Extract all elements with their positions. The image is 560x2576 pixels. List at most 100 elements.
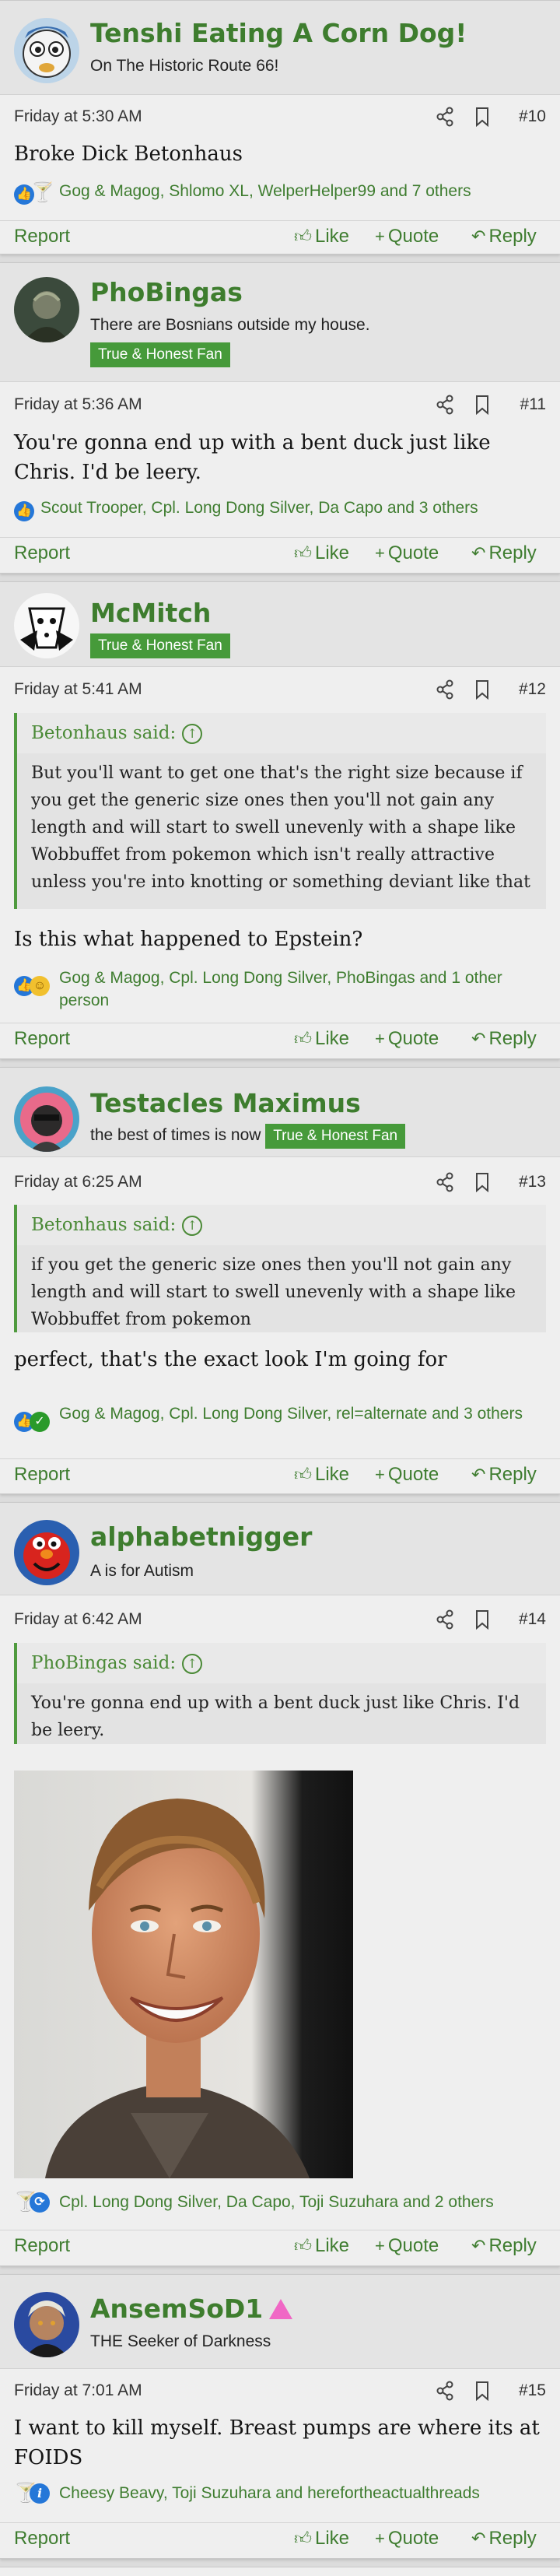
reply-button[interactable]: ↶ Reply	[471, 2528, 537, 2550]
share-icon[interactable]	[436, 395, 454, 415]
share-icon[interactable]	[436, 2381, 454, 2401]
quote-button[interactable]: + Quote	[375, 226, 439, 247]
avatar[interactable]	[14, 18, 79, 83]
reaction-icons[interactable]: 👍 ☺	[14, 976, 58, 998]
quote-button[interactable]: + Quote	[375, 542, 439, 564]
post-header: Tenshi Eating A Corn Dog! On The Histori…	[0, 1, 560, 95]
report-button[interactable]: Report	[14, 1028, 70, 1050]
username[interactable]: alphabetnigger	[90, 1521, 312, 1552]
attached-photo[interactable]	[14, 1771, 353, 2178]
quote-text: if you get the generic size ones then yo…	[31, 1255, 516, 1329]
like-button[interactable]: 👍︎ Like	[294, 2528, 349, 2550]
quote-button[interactable]: + Quote	[375, 2235, 439, 2257]
reaction-icons[interactable]: 🍸 ⟳	[14, 2192, 58, 2214]
quote-header[interactable]: PhoBingas said: ↑	[17, 1643, 546, 1683]
like-button[interactable]: 👍︎ Like	[294, 1028, 349, 1050]
bookmark-icon[interactable]	[473, 1172, 492, 1192]
reactions-list[interactable]: Scout Trooper, Cpl. Long Dong Silver, Da…	[40, 497, 546, 519]
bookmark-icon[interactable]	[473, 679, 492, 700]
post-header: PhoBingas There are Bosnians outside my …	[0, 263, 560, 382]
jump-up-icon[interactable]: ↑	[182, 1654, 203, 1674]
quote-header[interactable]: Betonhaus said: ↑	[17, 1205, 546, 1245]
reply-button[interactable]: ↶ Reply	[471, 2235, 537, 2257]
bookmark-icon[interactable]	[473, 2381, 492, 2401]
reaction-icons[interactable]: 👍 🍸	[14, 183, 58, 205]
username[interactable]: Tenshi Eating A Corn Dog!	[90, 18, 467, 48]
quote-label: Quote	[387, 2528, 439, 2549]
username[interactable]: PhoBingas	[90, 277, 243, 307]
jump-up-icon[interactable]: ↑	[182, 724, 203, 744]
username[interactable]: McMitch	[90, 598, 211, 628]
post-actions: Report 👍︎ Like + Quote ↶ Reply	[0, 537, 560, 569]
bookmark-icon[interactable]	[473, 395, 492, 415]
like-button[interactable]: 👍︎ Like	[294, 542, 349, 564]
post-meta: Friday at 6:25 AM #13	[14, 1171, 546, 1195]
username[interactable]: Testacles Maximus	[90, 1088, 361, 1118]
reactions-list[interactable]: Gog & Magog, Shlomo XL, WelperHelper99 a…	[59, 180, 546, 202]
post-number[interactable]: #12	[519, 680, 546, 699]
reply-arrow-icon: ↶	[471, 543, 486, 563]
reaction-icons[interactable]: 👍 ✓	[14, 1412, 58, 1434]
report-button[interactable]: Report	[14, 1464, 70, 1486]
thumbs-up-icon: 👍︎	[294, 543, 312, 563]
post-date[interactable]: Friday at 7:01 AM	[14, 2381, 142, 2400]
share-icon[interactable]	[436, 1609, 454, 1630]
post-date[interactable]: Friday at 5:30 AM	[14, 107, 142, 126]
user-badge: True & Honest Fan	[90, 633, 230, 658]
reply-button[interactable]: ↶ Reply	[471, 1464, 537, 1486]
share-icon[interactable]	[436, 679, 454, 700]
post-number[interactable]: #11	[520, 395, 546, 414]
like-label: Like	[315, 542, 350, 563]
reactions-list[interactable]: Cpl. Long Dong Silver, Da Capo, Toji Suz…	[59, 2191, 546, 2213]
like-button[interactable]: 👍︎ Like	[294, 2235, 349, 2257]
reply-label: Reply	[488, 542, 537, 563]
user-title: On The Historic Route 66!	[90, 57, 279, 75]
post: PhoBingas There are Bosnians outside my …	[0, 262, 560, 574]
quote-button[interactable]: + Quote	[375, 1464, 439, 1486]
reply-button[interactable]: ↶ Reply	[471, 1028, 537, 1050]
jump-up-icon[interactable]: ↑	[182, 1216, 203, 1236]
username[interactable]: AnsemSoD1	[90, 2293, 293, 2324]
avatar[interactable]	[14, 2292, 79, 2357]
reactions-list[interactable]: Gog & Magog, Cpl. Long Dong Silver, rel=…	[59, 1402, 546, 1425]
post-date[interactable]: Friday at 5:36 AM	[14, 395, 142, 414]
reply-label: Reply	[488, 1028, 537, 1049]
reactions-list[interactable]: Cheesy Beavy, Toji Suzuhara and herefort…	[59, 2482, 546, 2504]
avatar[interactable]	[14, 277, 79, 342]
post-meta: Friday at 5:36 AM #11	[14, 394, 546, 417]
post-number[interactable]: #14	[519, 1610, 546, 1629]
portrait-image	[14, 1771, 353, 2178]
report-button[interactable]: Report	[14, 2528, 70, 2550]
post: AnsemSoD1 THE Seeker of Darkness Friday …	[0, 2274, 560, 2559]
report-button[interactable]: Report	[14, 226, 70, 247]
reply-label: Reply	[488, 2528, 537, 2549]
post-date[interactable]: Friday at 6:25 AM	[14, 1173, 142, 1191]
avatar[interactable]	[14, 593, 79, 658]
like-button[interactable]: 👍︎ Like	[294, 1464, 349, 1486]
user-badge: True & Honest Fan	[265, 1124, 406, 1149]
reactions-list[interactable]: Gog & Magog, Cpl. Long Dong Silver, PhoB…	[59, 967, 546, 1012]
bookmark-icon[interactable]	[473, 1609, 492, 1630]
post-date[interactable]: Friday at 5:41 AM	[14, 680, 142, 699]
reply-button[interactable]: ↶ Reply	[471, 542, 537, 564]
reply-arrow-icon: ↶	[471, 2529, 486, 2548]
post-number[interactable]: #15	[519, 2381, 546, 2400]
report-button[interactable]: Report	[14, 2235, 70, 2257]
report-button[interactable]: Report	[14, 542, 70, 564]
post-number[interactable]: #10	[519, 107, 546, 126]
reaction-icons[interactable]: 🍸 i	[14, 2483, 58, 2505]
like-button[interactable]: 👍︎ Like	[294, 226, 349, 247]
post-number[interactable]: #13	[519, 1173, 546, 1191]
avatar[interactable]	[14, 1520, 79, 1585]
share-icon[interactable]	[436, 1172, 454, 1192]
reply-button[interactable]: ↶ Reply	[471, 226, 537, 247]
quote-header[interactable]: Betonhaus said: ↑	[17, 713, 546, 753]
post: McMitch True & Honest Fan Friday at 5:41…	[0, 581, 560, 1059]
quote-button[interactable]: + Quote	[375, 1028, 439, 1050]
martini-icon: 🍸	[31, 182, 54, 203]
share-icon[interactable]	[436, 107, 454, 127]
avatar[interactable]	[14, 1086, 79, 1152]
post-date[interactable]: Friday at 6:42 AM	[14, 1610, 142, 1629]
quote-button[interactable]: + Quote	[375, 2528, 439, 2550]
bookmark-icon[interactable]	[473, 107, 492, 127]
